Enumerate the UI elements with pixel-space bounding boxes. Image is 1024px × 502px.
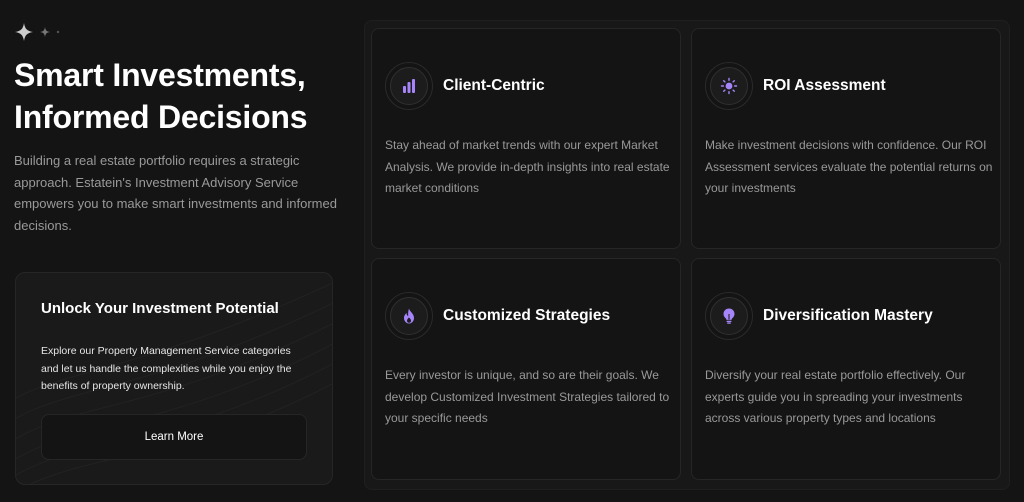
feature-card-customized-strategies: Customized Strategies Every investor is … [371,258,681,480]
lightbulb-icon [723,308,735,324]
feature-card-client-centric: Client-Centric Stay ahead of market tren… [371,28,681,249]
icon-ring [385,62,433,110]
cta-description: Explore our Property Management Service … [41,345,292,392]
feature-card-roi-assessment: ROI Assessment Make investment decisions… [691,28,1001,249]
sun-icon [720,77,738,95]
features-grid: Client-Centric Stay ahead of market tren… [364,20,1010,490]
feature-card-diversification-mastery: Diversification Mastery Diversify your r… [691,258,1001,480]
cta-card: Unlock Your Investment Potential Explore… [15,272,333,485]
card-title: Client-Centric [443,77,545,94]
sparkle-decoration-icon [15,23,60,41]
headline-line-2: Informed Decisions [14,99,308,135]
card-description: Stay ahead of market trends with our exp… [385,138,670,195]
hero-section: Smart Investments, Informed Decisions Bu… [14,54,340,236]
card-title: Customized Strategies [443,307,611,324]
cta-title: Unlock Your Investment Potential [41,300,279,317]
headline-line-1: Smart Investments, [14,57,306,93]
card-description: Diversify your real estate portfolio eff… [705,368,966,425]
learn-more-button[interactable]: Learn More [41,414,307,460]
card-description: Make investment decisions with confidenc… [705,138,993,195]
intro-text: Building a real estate portfolio require… [14,153,337,233]
card-title: Diversification Mastery [763,307,933,324]
icon-ring [705,62,753,110]
icon-ring [705,292,753,340]
flame-icon [404,308,414,324]
card-title: ROI Assessment [763,77,886,94]
bar-chart-icon [403,79,415,93]
card-description: Every investor is unique, and so are the… [385,368,670,425]
icon-ring [385,292,433,340]
page-title: Smart Investments, Informed Decisions [14,54,340,138]
